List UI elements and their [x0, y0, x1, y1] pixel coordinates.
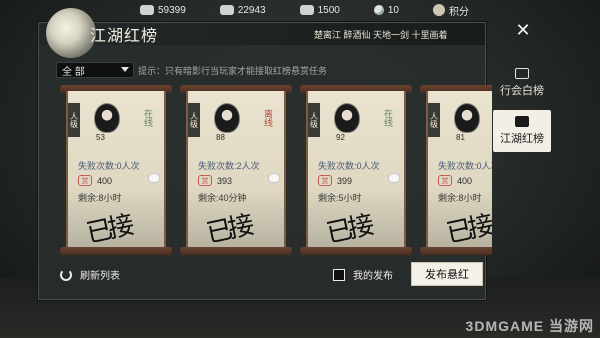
resource-value: 积分 — [449, 6, 469, 18]
tab-guild-white-list[interactable]: 行会白榜 — [493, 62, 551, 104]
window-title: 江湖红榜 — [90, 26, 159, 45]
reward-badge: 赏 — [318, 175, 332, 186]
fail-count: 失败次数:0人次 — [318, 161, 380, 171]
hint-text: 提示：只有暗影行当玩家才能接取红榜悬赏任务 — [138, 66, 328, 76]
bowl-icon — [148, 173, 160, 183]
coin-icon — [140, 5, 154, 15]
reward-row: 赏 400 — [78, 175, 112, 186]
reward-row: 赏 400 — [438, 175, 472, 186]
bowl-icon — [268, 173, 280, 183]
bounty-card-list: 人级 53 在线 失败次数:0人次 赏 400 剩余:8小时 已接 人级 88 … — [60, 85, 492, 257]
bowl-icon — [388, 173, 400, 183]
reward-badge: 赏 — [198, 175, 212, 186]
avatar — [334, 103, 360, 133]
resource-value: 22943 — [237, 4, 266, 16]
card-paper: 人级 88 离线 失败次数:2人次 赏 393 剩余:40分钟 已接 — [186, 91, 286, 249]
avatar — [214, 103, 240, 133]
scroll-rod — [420, 247, 492, 255]
reward-value: 399 — [337, 175, 353, 186]
rank-tag: 人级 — [188, 103, 200, 137]
player-level: 81 — [456, 133, 465, 142]
fail-count: 失败次数:0人次 — [78, 161, 140, 171]
fail-count: 失败次数:2人次 — [198, 161, 260, 171]
reward-row: 赏 399 — [318, 175, 352, 186]
resource-score[interactable]: 积分 — [433, 3, 469, 18]
online-status: 在线 — [383, 109, 393, 127]
resource-jade: 10 — [373, 4, 399, 16]
reward-value: 400 — [457, 175, 473, 186]
tab-jianghu-red-list[interactable]: 江湖红榜 — [493, 110, 551, 152]
bounty-card[interactable]: 人级 81 在线 失败次数:0人次 赏 400 剩余:8小时 已接 — [420, 85, 492, 255]
my-publish-toggle[interactable]: 我的发布 — [333, 267, 393, 282]
time-remaining: 剩余:40分钟 — [198, 193, 247, 203]
rank-tag: 人级 — [428, 103, 440, 137]
scroll-icon — [515, 68, 529, 79]
resource-value: 1500 — [317, 4, 340, 16]
accepted-stamp: 已接 — [83, 210, 134, 249]
card-paper: 人级 53 在线 失败次数:0人次 赏 400 剩余:8小时 已接 — [66, 91, 166, 249]
time-remaining: 剩余:5小时 — [318, 193, 362, 203]
bounty-card[interactable]: 人级 88 离线 失败次数:2人次 赏 393 剩余:40分钟 已接 — [180, 85, 292, 255]
scroll-rod — [60, 247, 172, 255]
name-ticker: 楚离江 醉酒仙 天地一剑 十里画着 — [314, 30, 448, 40]
chevron-down-icon — [121, 67, 129, 72]
accepted-stamp: 已接 — [323, 210, 374, 249]
silver-icon — [219, 5, 234, 15]
avatar — [94, 103, 120, 133]
score-icon — [433, 4, 445, 16]
reward-badge: 赏 — [78, 175, 92, 186]
checkbox-icon — [333, 268, 345, 281]
resource-coin: 59399 — [140, 5, 186, 16]
accepted-stamp: 已接 — [443, 210, 492, 249]
tab-list: 行会白榜 江湖红榜 — [493, 62, 553, 158]
reward-badge: 赏 — [438, 175, 452, 186]
accepted-stamp: 已接 — [203, 210, 254, 249]
player-level: 53 — [96, 133, 105, 142]
moon-emblem-icon — [46, 8, 96, 58]
refresh-label: 刷新列表 — [80, 271, 120, 282]
rank-tag: 人级 — [308, 103, 320, 137]
close-icon[interactable]: ✕ — [515, 21, 531, 39]
resource-value: 59399 — [158, 4, 186, 16]
bounty-card[interactable]: 人级 53 在线 失败次数:0人次 赏 400 剩余:8小时 已接 — [60, 85, 172, 255]
rank-tag: 人级 — [68, 103, 80, 137]
time-remaining: 剩余:8小时 — [78, 193, 122, 203]
reward-value: 400 — [97, 175, 113, 186]
reward-value: 393 — [217, 175, 233, 186]
resource-value: 10 — [387, 4, 399, 16]
publish-bounty-button[interactable]: 发布悬红 — [411, 262, 483, 286]
card-paper: 人级 92 在线 失败次数:0人次 赏 399 剩余:5小时 已接 — [306, 91, 406, 249]
fail-count: 失败次数:0人次 — [438, 161, 492, 171]
scroll-icon — [515, 116, 529, 127]
online-status: 在线 — [143, 109, 153, 127]
card-paper: 人级 81 在线 失败次数:0人次 赏 400 剩余:8小时 已接 — [426, 91, 492, 249]
refresh-icon — [60, 268, 72, 281]
online-status: 离线 — [263, 109, 273, 127]
player-level: 88 — [216, 133, 225, 142]
reward-row: 赏 393 — [198, 175, 232, 186]
resource-silver: 22943 — [219, 4, 266, 16]
time-remaining: 剩余:8小时 — [438, 193, 482, 203]
jade-icon — [373, 5, 384, 15]
scroll-rod — [180, 247, 292, 255]
watermark-logo: 3DMGAME 当游网 — [465, 318, 594, 334]
resource-bar: 59399 22943 1500 10 积分 — [140, 0, 600, 20]
filter-dropdown[interactable]: 全 部 — [56, 62, 134, 78]
my-publish-label: 我的发布 — [353, 271, 393, 282]
avatar — [454, 103, 480, 133]
bounty-card[interactable]: 人级 92 在线 失败次数:0人次 赏 399 剩余:5小时 已接 — [300, 85, 412, 255]
refresh-list-button[interactable]: 刷新列表 — [60, 267, 120, 282]
tab-label: 江湖红榜 — [500, 133, 544, 145]
ticket-icon — [299, 5, 314, 15]
resource-ticket: 1500 — [299, 4, 340, 16]
tab-label: 行会白榜 — [500, 85, 544, 97]
filter-selected: 全 部 — [62, 66, 85, 78]
player-level: 92 — [336, 133, 345, 142]
scroll-rod — [300, 247, 412, 255]
